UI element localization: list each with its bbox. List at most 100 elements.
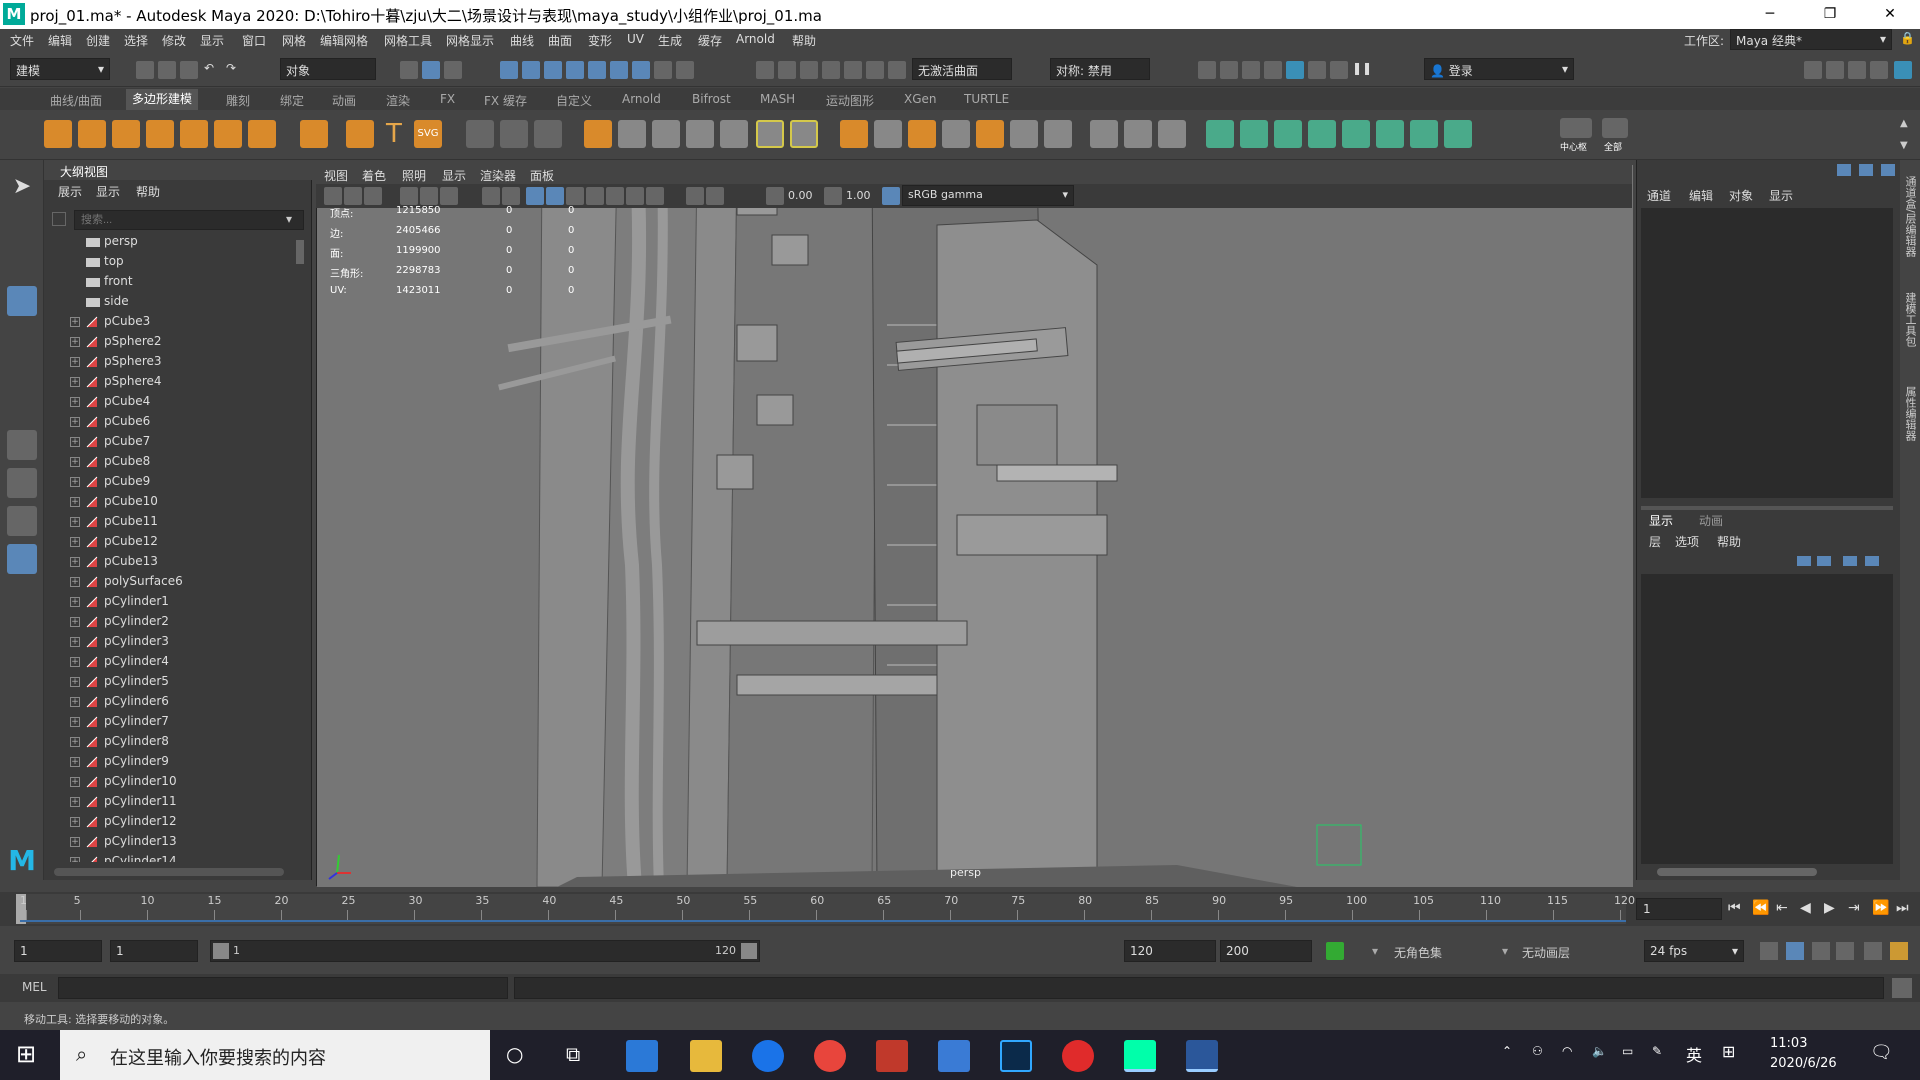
photoshop-icon[interactable] (1000, 1040, 1032, 1072)
ime-mode-icon[interactable]: ⊞ (1722, 1042, 1735, 1061)
expand-icon[interactable]: + (70, 657, 80, 667)
expand-icon[interactable]: + (70, 797, 80, 807)
outliner-item[interactable]: + pSphere3 (44, 352, 294, 372)
render-settings-icon[interactable] (800, 61, 818, 79)
symmetry-field[interactable]: 对称: 禁用 (1050, 58, 1150, 80)
time-slider[interactable]: 1 5 10 15 20 25 30 35 40 45 50 55 60 65 70 75 80 85 90 95 10… (0, 892, 1920, 926)
expand-icon[interactable]: + (70, 857, 80, 862)
ime-indicator[interactable]: 英 (1686, 1042, 1702, 1066)
outliner-item[interactable]: + pCube12 (44, 532, 294, 552)
bevel-edge-icon[interactable] (942, 120, 970, 148)
pause-icon[interactable]: ❚❚ (1352, 61, 1372, 79)
anim-prefs-icon[interactable] (1864, 942, 1882, 960)
camera-icon[interactable] (324, 187, 342, 205)
snap-point-icon[interactable] (544, 61, 562, 79)
outliner-item[interactable]: + pCube10 (44, 492, 294, 512)
uv-editor-icon[interactable] (1206, 120, 1234, 148)
expand-icon[interactable]: + (70, 377, 80, 387)
super-shape-icon[interactable] (346, 120, 374, 148)
maya-taskbar-icon[interactable] (1124, 1040, 1156, 1072)
uv-contour-icon[interactable] (1410, 120, 1438, 148)
windows-start-icon[interactable]: ⊞ (16, 1040, 36, 1068)
menu-curves[interactable]: 曲线 (510, 32, 534, 49)
offset-edge-loop-icon[interactable] (1158, 120, 1186, 148)
store-icon[interactable] (626, 1040, 658, 1072)
save-scene-icon[interactable] (180, 61, 198, 79)
side-tab-channel-box[interactable]: 通道盒/层编辑器 (1902, 176, 1918, 257)
outliner-menu-show[interactable]: 显示 (96, 183, 120, 200)
poly-cube-icon[interactable] (78, 120, 106, 148)
render-icon[interactable] (756, 61, 774, 79)
step-back-key-icon[interactable]: ⇤ (1776, 900, 1788, 916)
paint-select-icon[interactable] (7, 248, 37, 278)
expand-icon[interactable]: + (70, 737, 80, 747)
menu-cache[interactable]: 缓存 (698, 32, 722, 49)
vp-menu-view[interactable]: 视图 (324, 167, 348, 184)
wireframe-icon[interactable] (526, 187, 544, 205)
smooth-shade-icon[interactable] (546, 187, 564, 205)
render-view-icon[interactable] (844, 61, 862, 79)
select-by-component-icon[interactable] (444, 61, 462, 79)
expand-icon[interactable]: + (70, 637, 80, 647)
select-tool-icon[interactable]: ➤ (7, 174, 37, 204)
taskbar-search-box[interactable]: ⌕ 在这里输入你要搜索的内容 (60, 1030, 490, 1080)
multi-cut-icon[interactable] (1090, 120, 1118, 148)
maximize-button[interactable]: ❐ (1800, 0, 1860, 29)
gamma-value[interactable]: 1.00 (846, 189, 871, 202)
make-live-icon[interactable] (588, 61, 606, 79)
undo-icon[interactable]: ↶ (204, 61, 222, 79)
expand-icon[interactable]: + (70, 557, 80, 567)
uv-unfold-icon[interactable] (1444, 120, 1472, 148)
go-to-start-icon[interactable]: ⏮ (1728, 900, 1741, 916)
expand-icon[interactable]: + (70, 617, 80, 627)
outliner-camera-top[interactable]: top (44, 252, 294, 272)
expand-icon[interactable]: + (70, 817, 80, 827)
expand-icon[interactable]: + (70, 417, 80, 427)
outliner-item[interactable]: + pCube3 (44, 312, 294, 332)
render-region-icon[interactable] (1220, 61, 1238, 79)
channel-box-area[interactable] (1641, 208, 1893, 498)
outliner-scrollbar[interactable] (296, 240, 304, 264)
menu-mesh-tools[interactable]: 网格工具 (384, 32, 432, 49)
safe-action-icon[interactable] (482, 187, 500, 205)
outliner-list[interactable]: persp top front side + pCube3 + pSphere2 + pSpher… (44, 232, 294, 862)
netease-music-icon[interactable] (1062, 1040, 1094, 1072)
fps-dropdown[interactable]: 24 fps ▾ (1644, 940, 1744, 962)
vp-menu-lighting[interactable]: 照明 (402, 167, 426, 184)
smooth-icon[interactable] (686, 120, 714, 148)
insert-edge-loop-icon[interactable] (1124, 120, 1152, 148)
redo-icon[interactable]: ↷ (226, 61, 244, 79)
mirror-icon[interactable] (652, 120, 680, 148)
menu-select[interactable]: 选择 (124, 32, 148, 49)
poly-torus-icon[interactable] (180, 120, 208, 148)
step-forward-key-icon[interactable]: ⇥ (1848, 900, 1860, 916)
persp-outliner-icon[interactable] (7, 506, 37, 536)
cb-menu-channels[interactable]: 通道 (1647, 187, 1671, 204)
battery-icon[interactable]: ▭ (1622, 1044, 1633, 1058)
expand-icon[interactable]: + (70, 317, 80, 327)
menu-surfaces[interactable]: 曲面 (548, 32, 572, 49)
outliner-item[interactable]: + pCube11 (44, 512, 294, 532)
layer-menu-layers[interactable]: 层 (1649, 533, 1661, 550)
separate-icon[interactable] (618, 120, 646, 148)
clock-date[interactable]: 2020/6/26 (1770, 1056, 1837, 1071)
menu-display[interactable]: 显示 (200, 32, 224, 49)
outliner-h-scrollbar[interactable] (54, 868, 284, 876)
exposure-value[interactable]: 0.00 (788, 189, 813, 202)
four-view-icon[interactable] (7, 468, 37, 498)
layout-icon[interactable] (1894, 61, 1912, 79)
expand-icon[interactable]: + (70, 537, 80, 547)
usb-icon[interactable]: ⚇ (1532, 1044, 1543, 1058)
workspace-dropdown[interactable]: Maya 经典* ▾ (1730, 29, 1892, 50)
ambient-occlusion-icon[interactable] (626, 187, 644, 205)
snap-view-plane-icon[interactable] (566, 61, 584, 79)
grid-icon[interactable] (400, 187, 418, 205)
expand-icon[interactable]: + (70, 697, 80, 707)
camera-attributes-icon[interactable] (344, 187, 362, 205)
outliner-camera-front[interactable]: front (44, 272, 294, 292)
shelf-tab-animation[interactable]: 动画 (332, 92, 356, 109)
outliner-item[interactable]: + pCylinder11 (44, 792, 294, 812)
light-editor-icon[interactable] (866, 61, 884, 79)
expand-icon[interactable]: + (70, 517, 80, 527)
shelf-tab-fx-caching[interactable]: FX 缓存 (484, 92, 527, 109)
